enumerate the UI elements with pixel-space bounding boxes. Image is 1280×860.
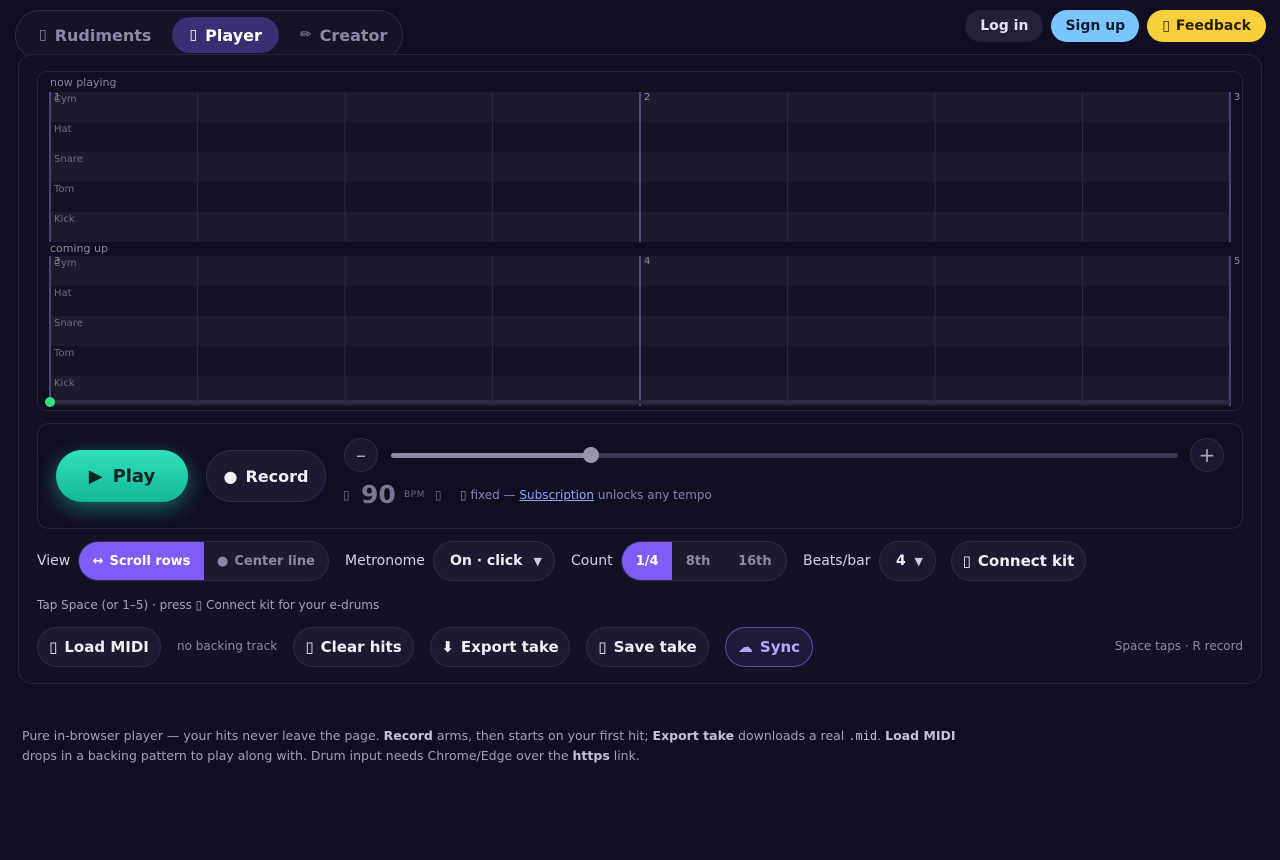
count-label: Count: [571, 553, 613, 569]
tempo-slider-fill: [391, 453, 591, 458]
footer-text: drops in a backing pattern to play along…: [22, 748, 573, 763]
beats-per-bar-select[interactable]: 4 ▼: [879, 541, 936, 581]
beats-per-bar-value: 4: [896, 553, 906, 569]
footer-bold: Record: [383, 728, 433, 743]
trash-icon: ▯: [305, 638, 314, 656]
footer-text: downloads a real: [734, 728, 849, 743]
export-take-label: Export take: [460, 638, 559, 656]
tempo-info-icon: ▯: [435, 488, 442, 502]
count-eighth[interactable]: 8th: [672, 542, 723, 580]
note-grid[interactable]: now playing Cym Hat Snare Tom Kick 1 2 3…: [37, 71, 1243, 411]
hint-text: Connect kit for your e-drums: [202, 598, 380, 612]
fixed-text: fixed —: [470, 488, 520, 502]
play-button[interactable]: ▶ Play: [56, 450, 188, 502]
feedback-icon: ▯: [1162, 18, 1170, 34]
view-center-line-label: Center line: [234, 553, 315, 569]
input-hint: Tap Space (or 1–5) · press ▯ Connect kit…: [37, 598, 379, 612]
footer-text: arms, then starts on your first hit;: [432, 728, 653, 743]
login-button[interactable]: Log in: [965, 10, 1044, 42]
play-icon: ▶: [88, 465, 103, 487]
record-button[interactable]: ● Record: [206, 450, 326, 502]
bpm-unit: BPM: [404, 490, 425, 500]
auth-buttons: Log in Sign up ▯ Feedback: [965, 10, 1266, 42]
connect-kit-icon: ▯: [962, 552, 971, 570]
scroll-arrows-icon: ↔: [92, 553, 104, 569]
tab-creator[interactable]: ✏ Creator: [283, 17, 405, 53]
connect-kit-button[interactable]: ▯ Connect kit: [951, 541, 1086, 581]
feedback-label: Feedback: [1175, 18, 1251, 34]
save-take-button[interactable]: ▯ Save take: [586, 627, 709, 667]
plus-icon: +: [1198, 443, 1216, 467]
load-midi-icon: ▯: [49, 638, 58, 656]
footer-bold: Export take: [652, 728, 735, 743]
grid-lines: [45, 92, 1231, 407]
metronome-value: On · click: [450, 553, 523, 569]
tempo-slider-thumb[interactable]: [582, 447, 599, 463]
count-sixteenth[interactable]: 16th: [724, 542, 786, 580]
footer-description: Pure in-browser player — your hits never…: [22, 726, 982, 765]
tab-rudiments[interactable]: ▯ Rudiments: [22, 17, 168, 53]
player-icon: ▯: [189, 27, 198, 43]
view-toggle: ↔ Scroll rows ● Center line: [78, 541, 329, 581]
backing-track-status: no backing track: [177, 639, 278, 653]
sync-label: Sync: [759, 638, 801, 656]
footer-code: .mid: [848, 729, 878, 743]
cloud-icon: ☁: [737, 638, 753, 656]
load-midi-button[interactable]: ▯ Load MIDI: [37, 627, 161, 667]
tab-rudiments-label: Rudiments: [54, 25, 152, 45]
tempo-note: ▯ fixed — Subscription unlocks any tempo: [460, 488, 712, 502]
save-icon: ▯: [598, 638, 607, 656]
footer-text: .: [877, 728, 886, 743]
footer-text: Pure in-browser player — your hits never…: [22, 728, 384, 743]
tab-player-label: Player: [205, 25, 262, 45]
dot-icon: ●: [217, 553, 229, 569]
beats-per-bar-label: Beats/bar: [803, 553, 871, 569]
metronome-select[interactable]: On · click ▼: [433, 541, 555, 581]
sync-button[interactable]: ☁ Sync: [725, 627, 813, 667]
record-label: Record: [245, 466, 309, 486]
footer-text: link.: [609, 748, 640, 763]
lock-icon: ▯: [343, 488, 350, 502]
chevron-down-icon: ▼: [914, 554, 923, 568]
view-scroll-rows-label: Scroll rows: [109, 553, 191, 569]
fixed-icon: ▯: [460, 488, 467, 502]
footer-bold: Load MIDI: [885, 728, 956, 743]
load-midi-label: Load MIDI: [64, 638, 149, 656]
tab-player[interactable]: ▯ Player: [172, 17, 279, 53]
record-icon: ●: [223, 466, 238, 486]
view-center-line[interactable]: ● Center line: [204, 542, 328, 580]
clear-hits-button[interactable]: ▯ Clear hits: [293, 627, 414, 667]
keyboard-shortcuts: Space taps · R record: [1114, 639, 1243, 653]
export-take-button[interactable]: ⬇ Export take: [430, 627, 570, 667]
bpm-value: 90: [361, 480, 396, 509]
signup-button[interactable]: Sign up: [1051, 10, 1140, 42]
count-toggle: 1/4 8th 16th: [621, 541, 787, 581]
minus-icon: –: [356, 443, 366, 467]
mode-tabs: ▯ Rudiments ▯ Player ✏ Creator: [15, 10, 403, 60]
subscription-link[interactable]: Subscription: [519, 488, 594, 502]
pencil-icon: ✏: [299, 27, 312, 43]
unlock-text: unlocks any tempo: [593, 488, 712, 502]
chevron-down-icon: ▼: [533, 554, 542, 568]
tab-creator-label: Creator: [319, 25, 388, 45]
playhead-dot: [45, 397, 55, 407]
metronome-label: Metronome: [345, 553, 425, 569]
view-scroll-rows[interactable]: ↔ Scroll rows: [79, 542, 204, 580]
save-take-label: Save take: [613, 638, 697, 656]
progress-track: [50, 400, 1230, 404]
count-quarter[interactable]: 1/4: [622, 542, 673, 580]
play-label: Play: [112, 465, 156, 487]
clear-hits-label: Clear hits: [320, 638, 402, 656]
footer-bold: https: [572, 748, 610, 763]
tempo-increase-button[interactable]: +: [1190, 438, 1224, 472]
view-label: View: [37, 553, 71, 569]
feedback-button[interactable]: ▯ Feedback: [1147, 10, 1266, 42]
tempo-decrease-button[interactable]: –: [344, 438, 378, 472]
rudiments-icon: ▯: [39, 27, 47, 43]
connect-kit-label: Connect kit: [977, 552, 1075, 570]
hint-text: Tap Space (or 1–5) · press: [37, 598, 196, 612]
download-icon: ⬇: [441, 638, 454, 656]
